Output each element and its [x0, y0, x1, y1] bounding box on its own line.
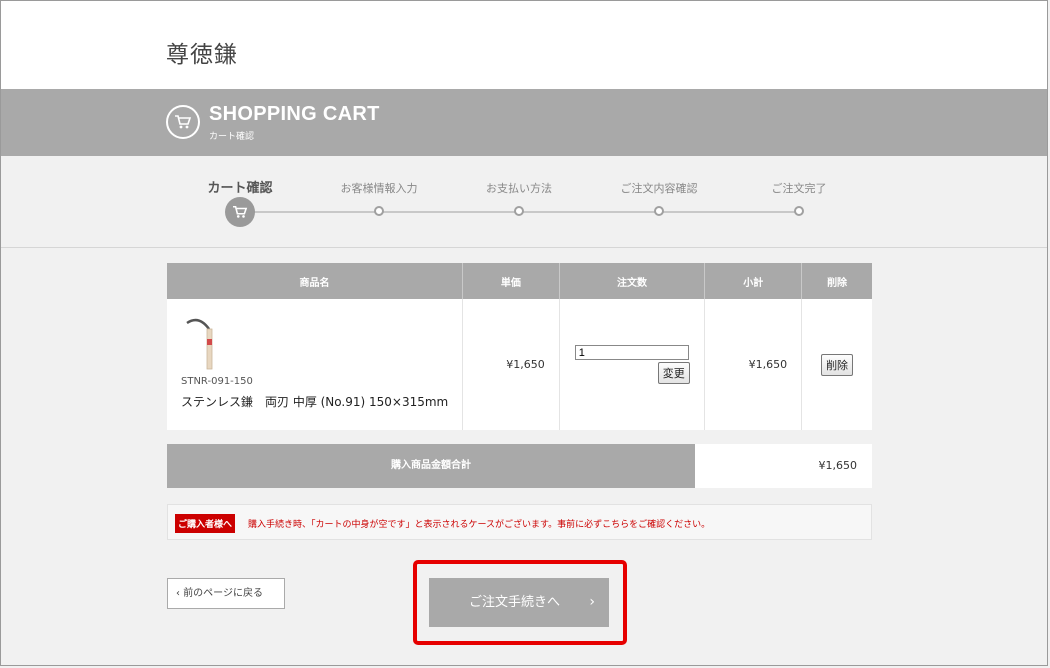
table-row: STNR-091-150 ステンレス鎌 両刃 中厚 (No.91) 150×31…	[167, 299, 872, 430]
change-quantity-button[interactable]: 変更	[657, 362, 690, 384]
step-label: お支払い方法	[486, 182, 552, 195]
col-delete: 削除	[801, 263, 872, 299]
subtotal: ¥1,650	[704, 299, 803, 430]
table-header-row: 商品名 単価 注文数 小計 削除	[167, 263, 872, 299]
total-row: 購入商品金額合計 ¥1,650	[167, 444, 872, 488]
cart-icon	[166, 105, 200, 139]
checkout-progress: カート確認 お客様情報入力 お支払い方法 ご注文内容確認 ご注文完了	[1, 156, 1047, 248]
delete-button[interactable]: 削除	[821, 353, 854, 376]
col-subtotal: 小計	[704, 263, 803, 299]
chevron-left-icon: ‹	[176, 588, 180, 599]
notice-text[interactable]: 購入手続き時、「カートの中身が空です」と表示されるケースがございます。事前に必ず…	[248, 517, 710, 530]
step-dot	[514, 206, 524, 216]
step-payment: お支払い方法	[486, 180, 552, 196]
product-name[interactable]: ステンレス鎌 両刃 中厚 (No.91) 150×315mm	[181, 393, 448, 410]
total-label: 購入商品金額合計	[167, 444, 695, 488]
cart-icon	[233, 205, 248, 218]
cart-banner-subtitle: カート確認	[209, 132, 255, 142]
step-dot-active	[225, 197, 255, 227]
step-label: お客様情報入力	[340, 182, 418, 195]
col-product: 商品名	[167, 263, 463, 299]
section-divider	[1, 247, 1047, 248]
delete-cell: 削除	[802, 299, 872, 430]
step-label: ご注文完了	[771, 182, 827, 195]
cart-banner: SHOPPING CART カート確認	[1, 89, 1047, 156]
product-image[interactable]	[181, 317, 217, 371]
cart-table: 商品名 単価 注文数 小計 削除 STNR-091-150 ステンレス鎌 両刃 …	[167, 263, 872, 430]
notice-badge: ご購入者様へ	[175, 514, 236, 533]
unit-price: ¥1,650	[462, 299, 560, 430]
step-customer-info: お客様情報入力	[341, 180, 418, 196]
col-quantity: 注文数	[559, 263, 706, 299]
step-complete: ご注文完了	[772, 180, 827, 196]
step-label: カート確認	[207, 181, 273, 196]
back-button[interactable]: ‹ 前のページに戻る	[167, 578, 285, 609]
step-dot	[794, 206, 804, 216]
quantity-cell: 変更	[559, 299, 706, 430]
col-unit-price: 単価	[462, 263, 560, 299]
page-frame: 尊徳鎌 SHOPPING CART カート確認 カート確認 お客様情報入力 お支…	[0, 0, 1048, 666]
highlight-box	[413, 560, 627, 645]
step-confirm: ご注文内容確認	[621, 180, 698, 196]
step-label: ご注文内容確認	[620, 182, 698, 195]
quantity-input[interactable]	[574, 345, 689, 360]
site-header: 尊徳鎌	[1, 1, 1047, 89]
product-code: STNR-091-150	[181, 376, 253, 387]
cart-banner-title: SHOPPING CART	[209, 103, 380, 125]
buyer-notice: ご購入者様へ 購入手続き時、「カートの中身が空です」と表示されるケースがございま…	[167, 504, 872, 540]
store-title[interactable]: 尊徳鎌	[166, 35, 238, 69]
step-dot	[374, 206, 384, 216]
back-button-label: 前のページに戻る	[183, 588, 263, 599]
product-cell: STNR-091-150 ステンレス鎌 両刃 中厚 (No.91) 150×31…	[167, 299, 463, 430]
total-value: ¥1,650	[695, 444, 872, 488]
step-dot	[654, 206, 664, 216]
step-cart: カート確認	[207, 177, 272, 196]
